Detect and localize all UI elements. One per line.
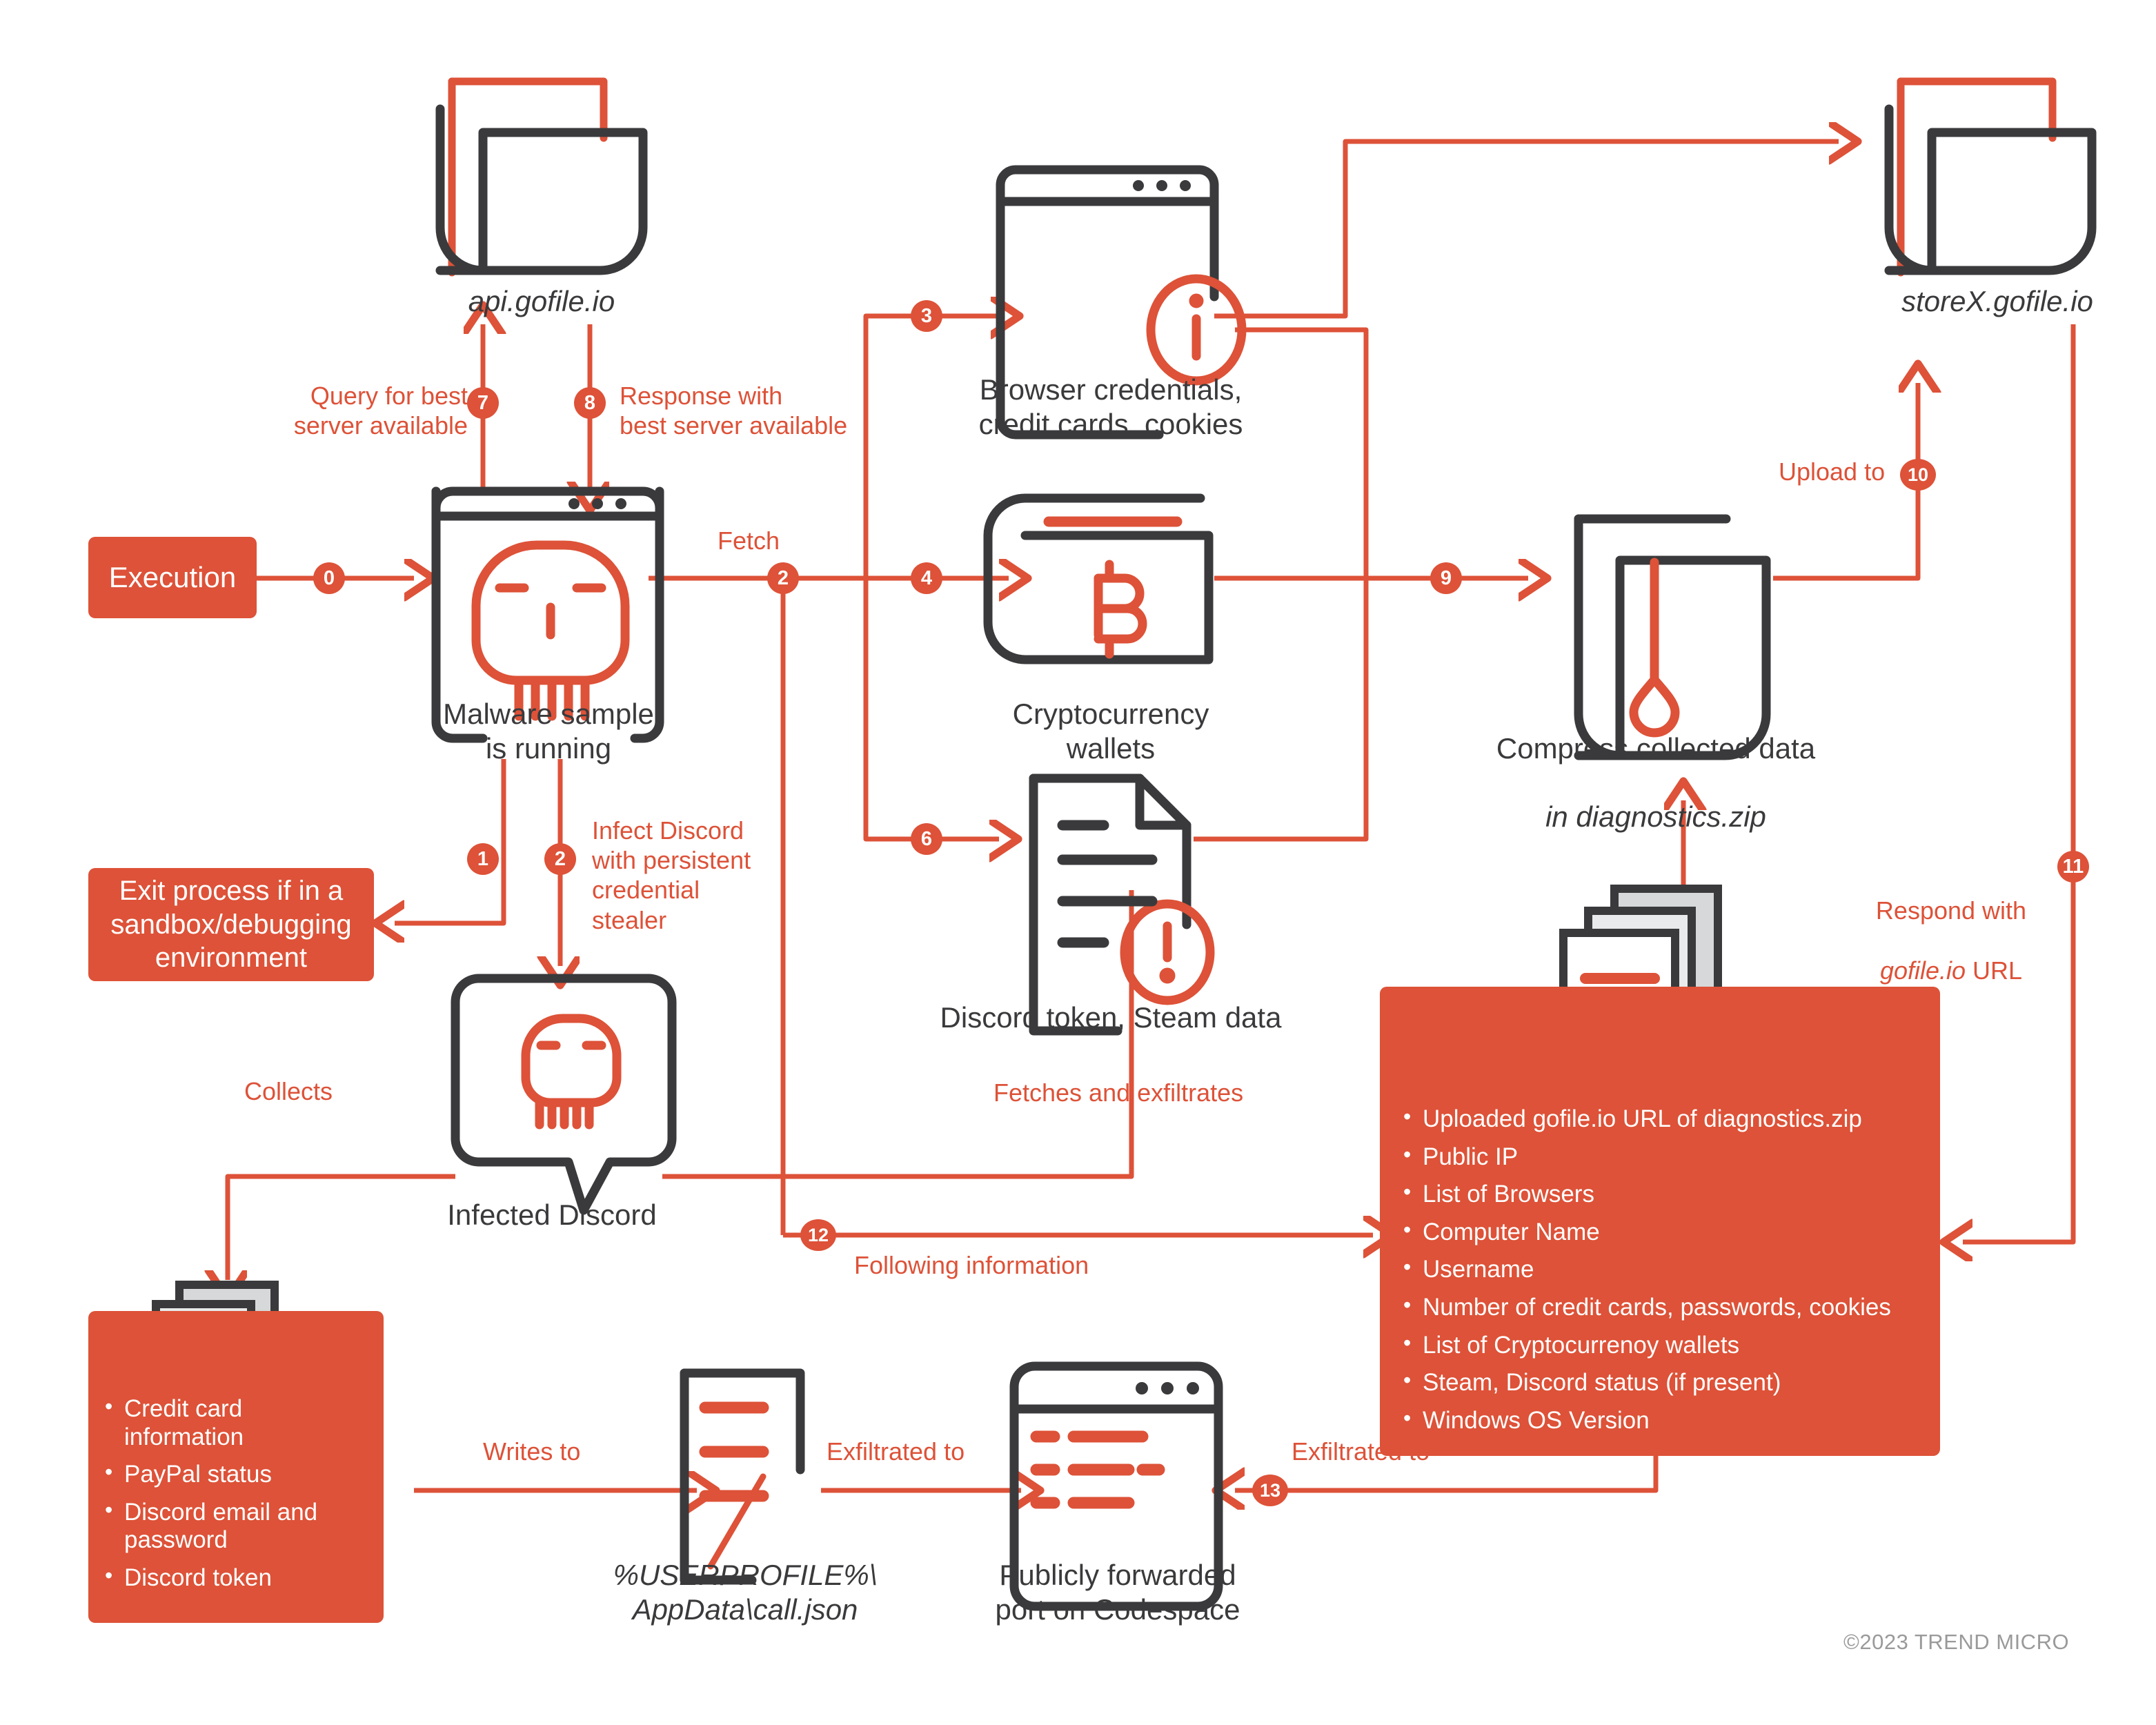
compress-caption-line2: in diagnostics.zip: [1545, 800, 1766, 833]
writes-to-label: Writes to: [483, 1437, 581, 1466]
list-item: Credit card information: [101, 1394, 366, 1451]
respond-with-url-line1: Respond with: [1875, 896, 2027, 925]
collected-left-list: Credit card information PayPal status Di…: [101, 1394, 366, 1593]
step-badge-12: 12: [800, 1219, 836, 1251]
fetch-label: Fetch: [718, 526, 780, 555]
infected-discord-caption: Infected Discord: [447, 1199, 657, 1231]
respond-with-url-rest: URL: [1966, 956, 2023, 985]
step-badge-2b: 2: [544, 843, 576, 875]
respond-with-url-italic: gofile.io: [1879, 956, 1966, 985]
exfiltrated-to-label-2: Exfiltrated to: [1292, 1437, 1430, 1466]
step-badge-8: 8: [574, 387, 606, 419]
list-item: List of Cryptocurrenoy wallets: [1399, 1330, 1923, 1360]
list-item: Username: [1399, 1254, 1923, 1284]
execution-box: Execution: [88, 537, 257, 618]
list-item: Discord token: [101, 1563, 366, 1593]
step-badge-6: 6: [911, 823, 942, 855]
step-badge-10: 10: [1900, 459, 1936, 491]
respond-with-url-label: Respond with gofile.io URL: [1868, 866, 2034, 985]
query-best-server-label: Query for best server available: [293, 382, 468, 440]
list-item: Public IP: [1399, 1142, 1923, 1172]
collects-label: Collects: [244, 1077, 333, 1105]
infect-discord-label: Infect Discord with persistent credentia…: [592, 816, 751, 934]
step-badge-7: 7: [467, 387, 499, 419]
collected-right-panel: Uploaded gofile.io URL of diagnostics.zi…: [1380, 987, 1940, 1456]
step-badge-1: 1: [467, 843, 499, 875]
step-badge-0: 0: [313, 562, 345, 594]
step-badge-2a: 2: [767, 562, 799, 594]
fetches-exfiltrates-label: Fetches and exfiltrates: [993, 1078, 1244, 1107]
list-item: Steam, Discord status (if present): [1399, 1368, 1923, 1397]
api-gofile-caption: api.gofile.io: [468, 285, 615, 317]
step-badge-9: 9: [1430, 562, 1462, 594]
list-item: Discord email and password: [101, 1497, 366, 1555]
diagram-canvas: Execution Exit process if in a sandbox/d…: [0, 0, 2156, 1725]
list-item: Number of credit cards, passwords, cooki…: [1399, 1292, 1923, 1322]
browser-credentials-caption: Browser credentials, credit cards, cooki…: [978, 373, 1243, 440]
following-information-label: Following information: [854, 1251, 1089, 1279]
compress-caption-line1: Compress collected data: [1496, 731, 1816, 765]
crypto-wallets-caption: Cryptocurrency wallets: [1012, 698, 1209, 765]
step-badge-13: 13: [1252, 1475, 1288, 1506]
step-badge-4: 4: [911, 562, 942, 594]
call-json-caption: %USERPROFILE%\ AppData\call.json: [613, 1559, 878, 1626]
compress-caption: Compress collected data in diagnostics.z…: [1470, 697, 1842, 834]
discord-steam-caption: Discord token, Steam data: [940, 1001, 1282, 1034]
step-badge-11: 11: [2057, 851, 2089, 883]
exit-process-box: Exit process if in a sandbox/debugging e…: [88, 868, 374, 981]
list-item: Uploaded gofile.io URL of diagnostics.zi…: [1399, 1104, 1923, 1134]
list-item: List of Browsers: [1399, 1179, 1923, 1209]
list-item: PayPal status: [101, 1459, 366, 1489]
upload-to-label: Upload to: [1779, 457, 1886, 486]
list-item: Computer Name: [1399, 1217, 1923, 1247]
list-item: Windows OS Version: [1399, 1406, 1923, 1435]
collected-right-list: Uploaded gofile.io URL of diagnostics.zi…: [1399, 1104, 1923, 1435]
codespace-caption: Publicly forwarded port on Codespace: [995, 1559, 1240, 1626]
copyright-text: ©2023 TREND MICRO: [1843, 1630, 2070, 1654]
execution-label: Execution: [108, 561, 237, 593]
exit-process-label: Exit process if in a sandbox/debugging e…: [110, 875, 352, 974]
collected-left-panel: Credit card information PayPal status Di…: [88, 1311, 384, 1623]
storex-gofile-caption: storeX.gofile.io: [1901, 285, 2093, 317]
exfiltrated-to-label-1: Exfiltrated to: [827, 1437, 965, 1466]
response-best-server-label: Response with best server available: [620, 382, 848, 440]
malware-sample-caption: Malware sample is running: [443, 698, 654, 765]
step-badge-3: 3: [911, 300, 942, 332]
